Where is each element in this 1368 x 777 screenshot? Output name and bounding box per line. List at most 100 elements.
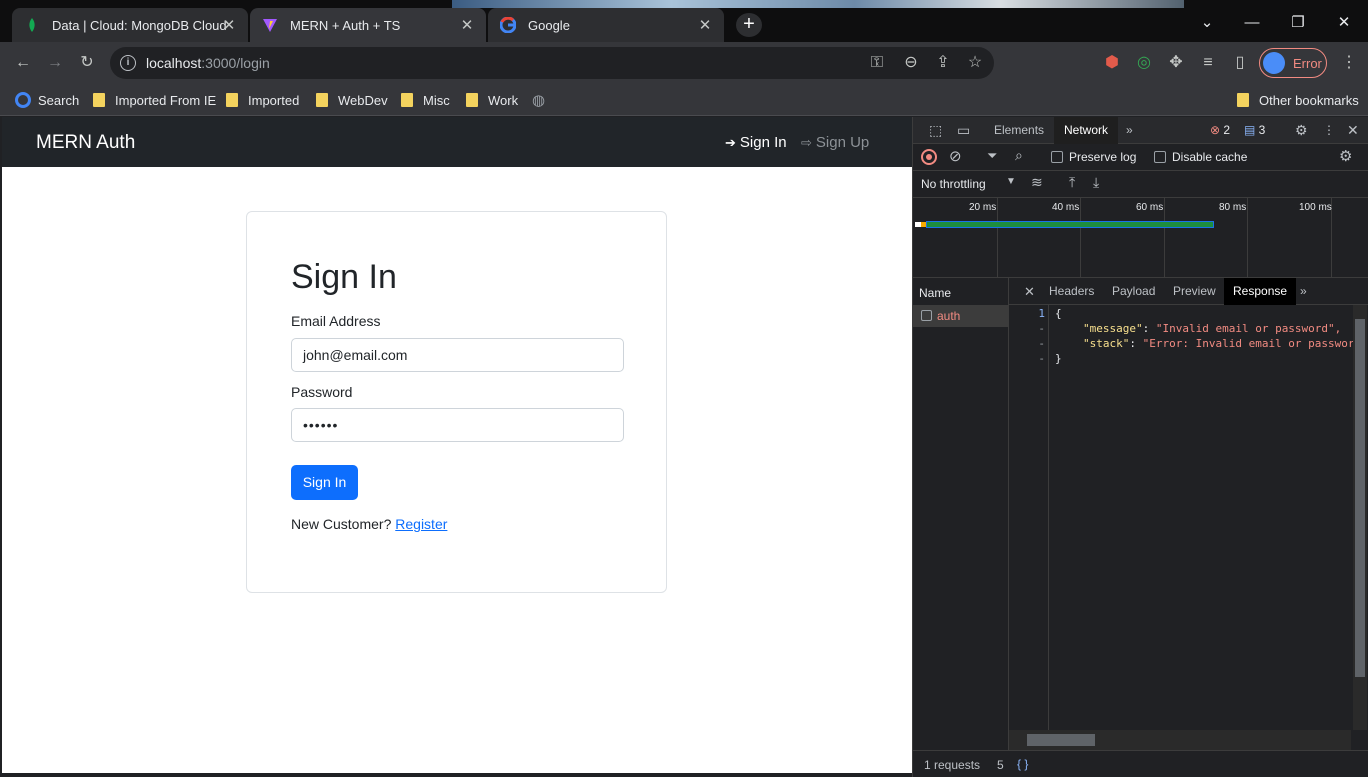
signin-button[interactable]: Sign In [291,465,358,500]
device-toolbar-icon[interactable]: ▭ [947,117,980,144]
browser-toolbar: ← → ↻ i localhost:3000/login ☆ ⇪ ⊖ ⚿ ⬢ ◎… [0,42,1368,84]
globe-icon[interactable]: ◍ [532,91,545,109]
minimize-button[interactable]: — [1229,8,1275,38]
network-settings-icon[interactable]: ⚙ [1339,147,1352,165]
tab-headers[interactable]: Headers [1040,278,1103,305]
search-icon[interactable]: ⌕ [1015,147,1023,164]
tab-strip: Data | Cloud: MongoDB Cloud ✕ MERN + Aut… [0,0,1368,42]
restore-button[interactable]: ❐ [1275,8,1321,38]
more-tabs-icon[interactable]: » [1116,117,1143,144]
tab-title: MERN + Auth + TS [290,17,401,33]
disable-cache-checkbox[interactable] [1154,151,1166,163]
bookmark-label: Imported [248,92,300,108]
bookmarks-bar: Search Imported From IE Imported WebDev … [0,84,1368,116]
filter-icon[interactable]: ⏷ [987,148,997,164]
reload-icon[interactable]: ↻ [78,54,96,72]
vertical-scrollbar[interactable] [1353,305,1367,730]
tick-label: 100 ms [1299,202,1332,213]
nav-signin-link[interactable]: ➔ Sign In [725,134,787,151]
folder-icon [1237,93,1249,107]
bookmark-work[interactable]: Work [466,91,518,109]
close-tab-icon[interactable]: ✕ [696,16,714,34]
bookmark-star-icon[interactable]: ☆ [966,54,984,72]
tab-response[interactable]: Response [1224,278,1297,305]
json-key: "message" [1083,322,1143,335]
json-value: "Error: Invalid email or passwor [1142,337,1355,350]
password-label: Password [291,384,353,400]
dropdown-arrow-icon[interactable]: ▼ [1006,176,1016,187]
throttling-select[interactable]: No throttling [921,177,986,191]
forward-icon[interactable]: → [46,54,64,72]
extensions-puzzle-icon[interactable]: ✥ [1167,54,1185,72]
timeline-bar-waiting [926,221,1214,228]
profile-error-button[interactable]: Error [1259,48,1327,78]
export-har-icon[interactable]: ⤓ [1093,174,1099,191]
password-field[interactable]: •••••• [291,408,624,442]
extension-green-icon[interactable]: ◎ [1135,54,1153,72]
bookmark-webdev[interactable]: WebDev [316,91,388,109]
bookmark-imported-from-ie[interactable]: Imported From IE [93,91,216,109]
bookmark-label: Imported From IE [115,92,217,108]
close-tab-icon[interactable]: ✕ [458,16,476,34]
tab-network[interactable]: Network [1054,117,1119,144]
email-field[interactable]: john@email.com [291,338,624,372]
scroll-thumb[interactable] [1027,734,1095,746]
request-row-auth[interactable]: auth [913,305,1008,327]
timeline-tick [997,198,998,278]
menu-icon[interactable]: ⋮ [1340,54,1358,72]
brand-logo[interactable]: MERN Auth [36,132,135,154]
tab-preview[interactable]: Preview [1164,278,1225,305]
register-link[interactable]: Register [395,516,447,532]
scroll-thumb[interactable] [1355,319,1365,677]
url-path: :3000/login [201,55,270,71]
close-devtools-icon[interactable]: ✕ [1337,117,1368,144]
new-tab-button[interactable]: + [736,13,762,37]
close-tab-icon[interactable]: ✕ [220,16,238,34]
back-icon[interactable]: ← [14,54,32,72]
message-count-badge[interactable]: ▤ 3 [1234,117,1275,144]
other-bookmarks[interactable]: Other bookmarks [1237,91,1359,109]
folder-icon [93,93,105,107]
horizontal-scrollbar[interactable] [1009,730,1351,750]
response-body[interactable]: 1 - - - { "message": "Invalid email or p… [1009,305,1355,730]
tab-google[interactable]: Google ✕ [488,8,724,42]
folder-icon [316,93,328,107]
tab-payload[interactable]: Payload [1103,278,1164,305]
devtools-panel: ⬚ ▭ Elements Network » ⊗ 2 ▤ 3 ⚙ ⋮ ✕ ⊘ ⏷… [912,117,1368,777]
tab-mongodb[interactable]: Data | Cloud: MongoDB Cloud ✕ [12,8,248,42]
address-bar[interactable]: i localhost:3000/login ☆ ⇪ ⊖ ⚿ [110,47,994,79]
tab-elements[interactable]: Elements [984,117,1054,144]
response-pane: ✕ Headers Payload Preview Response » 1 -… [1009,278,1368,750]
url-text[interactable]: localhost:3000/login [146,55,270,71]
pretty-print-icon[interactable]: { } [1017,757,1028,771]
preserve-log-checkbox[interactable] [1051,151,1063,163]
record-stop-icon[interactable] [921,149,937,165]
import-har-icon[interactable]: ⤒ [1069,174,1075,191]
tab-search-icon[interactable]: ⌄ [1184,8,1230,38]
code-line: "stack": "Error: Invalid email or passwo… [1083,337,1355,350]
transferred-count: 5 [997,758,1004,772]
bookmark-label: Misc [423,92,450,108]
extension-red-icon[interactable]: ⬢ [1103,54,1121,72]
side-panel-icon[interactable]: ▯ [1231,54,1249,72]
nav-signup-link[interactable]: ⇨ Sign Up [801,134,869,151]
avatar [1263,52,1285,74]
bookmark-misc[interactable]: Misc [401,91,450,109]
close-window-button[interactable]: ✕ [1321,8,1367,38]
clear-icon[interactable]: ⊘ [949,147,962,165]
network-conditions-icon[interactable]: ≋ [1031,174,1043,191]
site-info-icon[interactable]: i [120,55,136,71]
key-icon[interactable]: ⚿ [868,54,886,72]
bookmark-imported[interactable]: Imported [226,91,299,109]
tab-mern-auth[interactable]: MERN + Auth + TS ✕ [250,8,486,42]
reading-list-icon[interactable]: ≡ [1199,54,1217,72]
zoom-icon[interactable]: ⊖ [902,54,920,72]
new-customer-label: New Customer? [291,516,392,532]
tick-label: 20 ms [969,202,997,213]
share-icon[interactable]: ⇪ [934,54,952,72]
bookmark-search[interactable]: Search [15,91,79,109]
site-navbar: MERN Auth ➔ Sign In ⇨ Sign Up [2,117,912,167]
tick-label: 40 ms [1052,202,1080,213]
bookmark-label: Work [488,92,519,108]
more-tabs-icon[interactable]: » [1291,278,1316,305]
